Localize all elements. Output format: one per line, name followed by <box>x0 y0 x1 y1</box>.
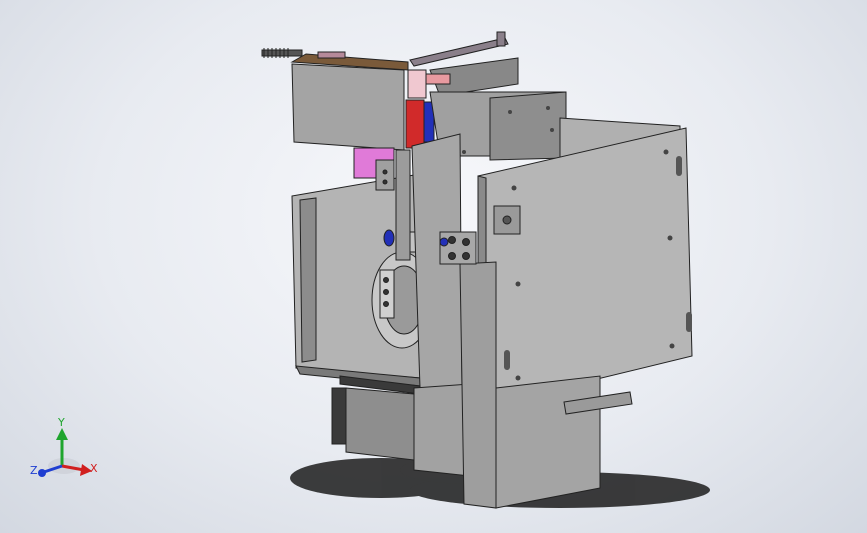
front-plate <box>477 127 693 407</box>
y-axis-label: Y <box>57 416 65 429</box>
upper-housing <box>290 51 409 151</box>
y-axis-arrow-icon <box>56 428 68 440</box>
z-axis-arrow-icon <box>38 469 46 477</box>
z-axis-label: Z <box>30 464 38 477</box>
cad-assembly[interactable] <box>261 31 693 509</box>
lower-column <box>459 261 497 509</box>
cad-model-canvas[interactable]: Y X Z <box>0 0 867 533</box>
coordinate-triad[interactable]: Y X Z <box>30 416 98 477</box>
cad-viewport[interactable]: Y X Z <box>0 0 867 533</box>
hub-block <box>439 231 477 265</box>
x-axis-label: X <box>90 462 98 475</box>
